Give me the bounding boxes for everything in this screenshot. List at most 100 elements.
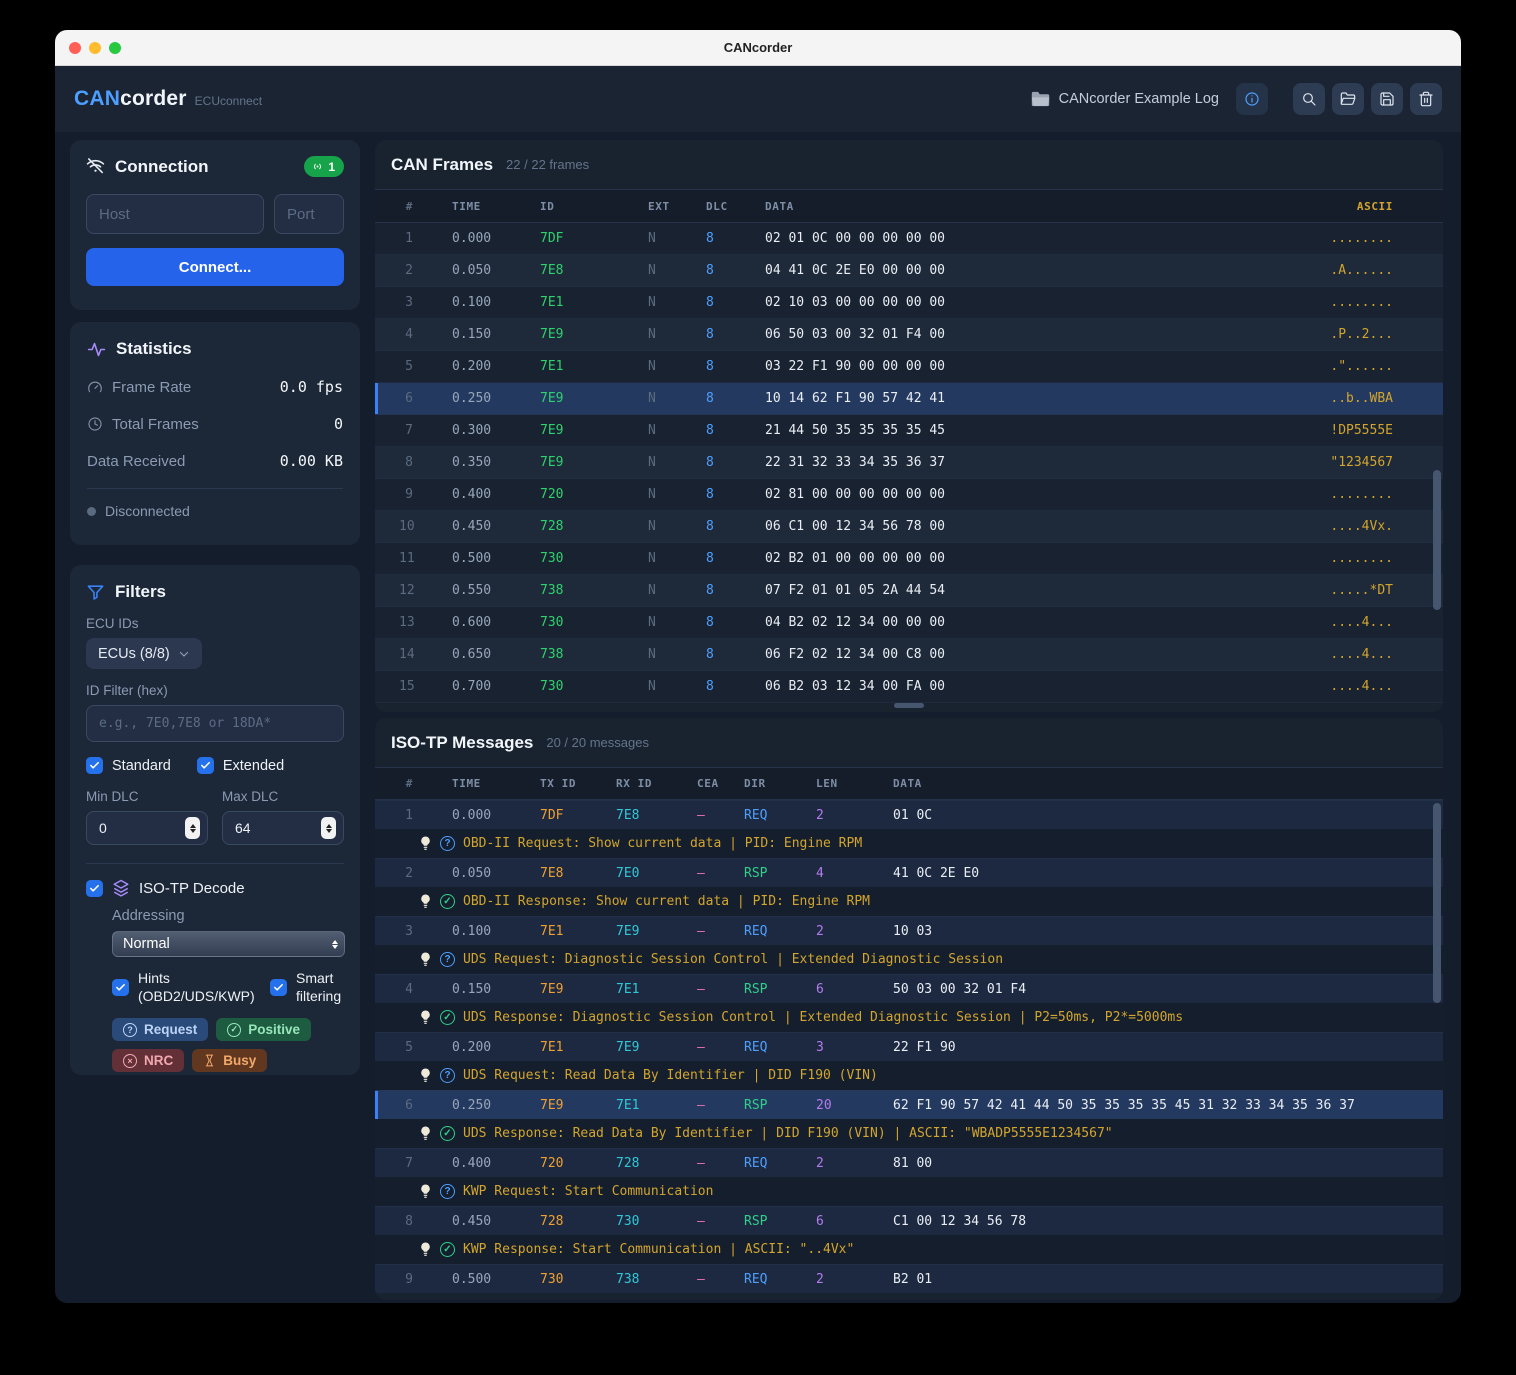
isotp-body: 10.0007DF7E8–REQ201 0C?OBD-II Request: S…: [375, 800, 1443, 1293]
cell-ascii: ..b..WBA: [1330, 391, 1393, 406]
cell-length: 6: [816, 1214, 893, 1229]
isotp-message-row[interactable]: 60.2507E97E1–RSP2062 F1 90 57 42 41 44 5…: [375, 1090, 1443, 1119]
cell-time: 0.200: [452, 1040, 540, 1055]
cell-direction: REQ: [744, 1156, 816, 1171]
stepper-arrows-icon[interactable]: [321, 817, 336, 839]
badge-positive[interactable]: ✓Positive: [216, 1018, 311, 1041]
can-frame-row[interactable]: 60.2507E9N810 14 62 F1 90 57 42 41..b..W…: [375, 383, 1443, 415]
stepper-arrows-icon[interactable]: [185, 817, 200, 839]
port-input[interactable]: [274, 194, 344, 234]
cell-time: 0.250: [452, 1098, 540, 1113]
isotp-message-row[interactable]: 30.1007E17E9–REQ210 03: [375, 916, 1443, 945]
cell-data: 02 01 0C 00 00 00 00 00: [765, 231, 1330, 246]
cell-rx-id: 728: [616, 1156, 697, 1171]
cell-data: B2 01: [893, 1272, 1393, 1287]
connection-panel: Connection 1 Connect...: [70, 140, 360, 310]
host-input[interactable]: [86, 194, 264, 234]
log-name: CANcorder Example Log: [1031, 91, 1219, 107]
cell-length: 2: [816, 1156, 893, 1171]
can-frame-row[interactable]: 10.0007DFN802 01 0C 00 00 00 00 00......…: [375, 223, 1443, 255]
isotp-message-row[interactable]: 40.1507E97E1–RSP650 03 00 32 01 F4: [375, 974, 1443, 1003]
search-button[interactable]: [1293, 83, 1325, 115]
clear-button[interactable]: [1410, 83, 1442, 115]
can-vertical-scrollbar[interactable]: [1433, 470, 1441, 610]
isotp-decode-checkbox[interactable]: ISO-TP Decode: [86, 879, 344, 897]
connect-button[interactable]: Connect...: [86, 248, 344, 286]
badge-label: Request: [144, 1022, 197, 1037]
isotp-message-row[interactable]: 90.500730738–REQ2B2 01: [375, 1264, 1443, 1293]
hint-type-badges: ?Request ✓Positive ×NRC Busy: [112, 1018, 352, 1072]
cell-dlc: 8: [706, 231, 765, 246]
cell-dlc: 8: [706, 615, 765, 630]
data-received-value: 0.00 KB: [280, 452, 343, 470]
badge-busy[interactable]: Busy: [192, 1049, 267, 1072]
cell-time: 0.150: [452, 327, 540, 342]
isotp-hint-row: ✓UDS Response: Read Data By Identifier |…: [375, 1119, 1443, 1148]
question-circle-icon: ?: [440, 952, 455, 967]
can-frame-row[interactable]: 100.450728N806 C1 00 12 34 56 78 00....4…: [375, 511, 1443, 543]
ecu-ids-dropdown[interactable]: ECUs (8/8): [86, 638, 202, 669]
can-frame-row[interactable]: 80.3507E9N822 31 32 33 34 35 36 37"12345…: [375, 447, 1443, 479]
cell-number: 9: [399, 1272, 452, 1287]
cell-number: 2: [399, 263, 452, 278]
extended-checkbox[interactable]: Extended: [197, 757, 284, 774]
can-frame-row[interactable]: 50.2007E1N803 22 F1 90 00 00 00 00."....…: [375, 351, 1443, 383]
isotp-vertical-scrollbar[interactable]: [1433, 803, 1441, 1003]
lightbulb-icon: [419, 1242, 432, 1257]
hints-checkbox[interactable]: Hints(OBD2/UDS/KWP): [112, 970, 270, 1005]
badge-nrc[interactable]: ×NRC: [112, 1049, 184, 1072]
column-header: RX ID: [616, 777, 697, 790]
cell-data: 06 50 03 00 32 01 F4 00: [765, 327, 1330, 342]
cell-id: 7E9: [540, 455, 648, 470]
save-button[interactable]: [1371, 83, 1403, 115]
can-frame-row[interactable]: 110.500730N802 B2 01 00 00 00 00 00.....…: [375, 543, 1443, 575]
can-horizontal-scrollbar[interactable]: [894, 703, 924, 708]
hint-text: KWP Request: Start Communication: [463, 1184, 713, 1199]
check-circle-icon: ✓: [440, 1126, 455, 1141]
can-frame-row[interactable]: 130.600730N804 B2 02 12 34 00 00 00....4…: [375, 607, 1443, 639]
cell-data: 02 10 03 00 00 00 00 00: [765, 295, 1330, 310]
addressing-select[interactable]: Normal: [112, 931, 345, 957]
select-updown-icon: [332, 940, 338, 949]
column-header: EXT: [648, 200, 706, 213]
cell-ext: N: [648, 295, 706, 310]
id-filter-input[interactable]: [86, 705, 344, 742]
can-frame-row[interactable]: 140.650738N806 F2 02 12 34 00 C8 00....4…: [375, 639, 1443, 671]
cell-id: 7E9: [540, 391, 648, 406]
open-file-button[interactable]: [1332, 83, 1364, 115]
cell-length: 3: [816, 1040, 893, 1055]
can-frame-row[interactable]: 90.400720N802 81 00 00 00 00 00 00......…: [375, 479, 1443, 511]
isotp-message-row[interactable]: 10.0007DF7E8–REQ201 0C: [375, 800, 1443, 829]
can-frame-row[interactable]: 20.0507E8N804 41 0C 2E E0 00 00 00.A....…: [375, 255, 1443, 287]
app-header: CANcorder ECUconnect CANcorder Example L…: [55, 66, 1461, 132]
cell-id: 738: [540, 583, 648, 598]
cell-number: 9: [399, 487, 452, 502]
cell-time: 0.500: [452, 551, 540, 566]
can-frame-row[interactable]: 30.1007E1N802 10 03 00 00 00 00 00......…: [375, 287, 1443, 319]
cell-number: 6: [399, 391, 452, 406]
cell-tx-id: 7E9: [540, 982, 616, 997]
badge-request[interactable]: ?Request: [112, 1018, 208, 1041]
column-header: TX ID: [540, 777, 616, 790]
can-frame-row[interactable]: 120.550738N807 F2 01 01 05 2A 44 54.....…: [375, 575, 1443, 607]
isotp-message-row[interactable]: 20.0507E87E0–RSP441 0C 2E E0: [375, 858, 1443, 887]
cell-ext: N: [648, 455, 706, 470]
isotp-message-row[interactable]: 50.2007E17E9–REQ322 F1 90: [375, 1032, 1443, 1061]
cell-number: 13: [399, 615, 452, 630]
badge-label: Busy: [223, 1053, 256, 1068]
isotp-message-row[interactable]: 80.450728730–RSP6C1 00 12 34 56 78: [375, 1206, 1443, 1235]
standard-checkbox[interactable]: Standard: [86, 757, 171, 774]
info-button[interactable]: [1236, 83, 1268, 115]
can-frames-body: 10.0007DFN802 01 0C 00 00 00 00 00......…: [375, 223, 1443, 703]
cell-cea: –: [697, 1098, 744, 1113]
isotp-message-row[interactable]: 70.400720728–REQ281 00: [375, 1148, 1443, 1177]
min-dlc-stepper[interactable]: 0: [86, 811, 208, 845]
can-frame-row[interactable]: 40.1507E9N806 50 03 00 32 01 F4 00.P..2.…: [375, 319, 1443, 351]
can-frame-row[interactable]: 70.3007E9N821 44 50 35 35 35 35 45!DP555…: [375, 415, 1443, 447]
cell-ascii: ........: [1330, 231, 1393, 246]
max-dlc-stepper[interactable]: 64: [222, 811, 344, 845]
isotp-hint-row: ?UDS Request: Diagnostic Session Control…: [375, 945, 1443, 974]
smart-filtering-checkbox[interactable]: Smartfiltering: [270, 970, 341, 1005]
can-frame-row[interactable]: 150.700730N806 B2 03 12 34 00 FA 00....4…: [375, 671, 1443, 703]
cell-id: 730: [540, 679, 648, 694]
